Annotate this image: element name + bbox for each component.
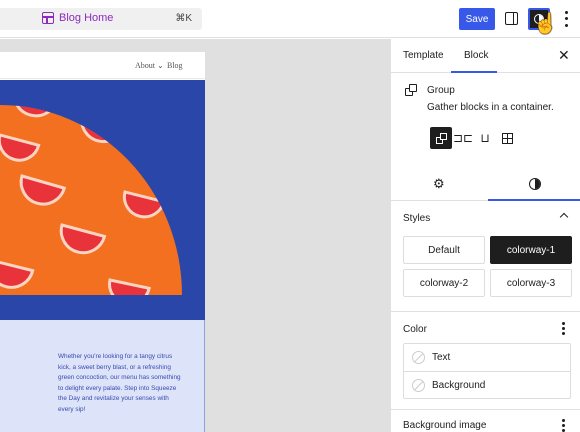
background-image-heading: Background image <box>403 420 487 431</box>
block-description: Gather blocks in a container. <box>427 102 554 113</box>
hero-illustration <box>0 80 205 320</box>
styles-heading[interactable]: Styles <box>403 213 430 224</box>
close-icon[interactable]: ✕ <box>558 47 570 64</box>
color-item-label: Text <box>432 352 451 363</box>
document-title: Blog Home <box>59 12 114 24</box>
hand-cursor-icon: ☝ <box>533 13 558 35</box>
chevron-up-icon[interactable] <box>559 212 569 222</box>
color-options-icon[interactable] <box>562 322 565 335</box>
save-button[interactable]: Save <box>459 8 495 30</box>
block-variations: ⊐⊏ ⊔ <box>430 127 518 149</box>
style-option-colorway-1[interactable]: colorway-1 <box>490 236 572 264</box>
contrast-icon[interactable] <box>529 178 541 190</box>
nav-item-about[interactable]: About ⌄ <box>135 61 164 70</box>
active-tab-indicator <box>451 71 497 73</box>
empty-swatch-icon <box>412 351 425 364</box>
color-item-background[interactable]: Background <box>404 372 570 400</box>
command-bar[interactable]: Blog Home ⌘K <box>0 8 202 30</box>
group-variation-icon[interactable] <box>430 127 452 149</box>
stack-variation-icon[interactable]: ⊔ <box>474 127 496 149</box>
color-panel: Color Text Background <box>391 312 580 410</box>
active-subtab-indicator <box>488 199 580 201</box>
style-option-colorway-2[interactable]: colorway-2 <box>403 269 485 297</box>
inspector-tabs: Template Block ✕ <box>391 39 580 73</box>
styles-panel: Styles Default colorway-1 colorway-2 col… <box>391 202 580 312</box>
sidebar-toggle-icon[interactable] <box>505 12 518 25</box>
empty-swatch-icon <box>412 379 425 392</box>
color-list: Text Background <box>403 343 571 399</box>
layout-icon <box>42 12 54 24</box>
background-image-options-icon[interactable] <box>562 419 565 432</box>
grid-variation-icon[interactable] <box>496 127 518 149</box>
color-item-label: Background <box>432 380 486 391</box>
hero-image[interactable] <box>0 80 205 320</box>
body-paragraph[interactable]: Whether you're looking for a tangy citru… <box>58 352 183 415</box>
tab-template[interactable]: Template <box>403 50 444 61</box>
content-section[interactable]: Whether you're looking for a tangy citru… <box>0 320 205 432</box>
editor-canvas: About ⌄ Blog Whether you're looking for … <box>0 39 390 432</box>
background-image-panel: Background image <box>391 411 580 432</box>
gear-icon[interactable]: ⚙ <box>433 176 445 192</box>
color-item-text[interactable]: Text <box>404 344 570 372</box>
block-inspector: Template Block ✕ Group Gather blocks in … <box>390 39 580 432</box>
nav-item-blog[interactable]: Blog <box>167 61 183 70</box>
style-option-colorway-3[interactable]: colorway-3 <box>490 269 572 297</box>
block-title: Group <box>427 85 455 96</box>
page-preview[interactable]: About ⌄ Blog Whether you're looking for … <box>0 52 205 432</box>
editor-header: Blog Home ⌘K Save ☝ <box>0 0 580 38</box>
group-icon <box>405 84 417 96</box>
style-option-default[interactable]: Default <box>403 236 485 264</box>
options-menu-button[interactable] <box>562 9 570 29</box>
row-variation-icon[interactable]: ⊐⊏ <box>452 127 474 149</box>
color-heading: Color <box>403 324 427 335</box>
shortcut-hint: ⌘K <box>175 13 192 24</box>
site-navigation: About ⌄ Blog <box>0 52 205 79</box>
settings-subtabs: ⚙ <box>391 167 580 201</box>
tab-block[interactable]: Block <box>464 50 488 61</box>
